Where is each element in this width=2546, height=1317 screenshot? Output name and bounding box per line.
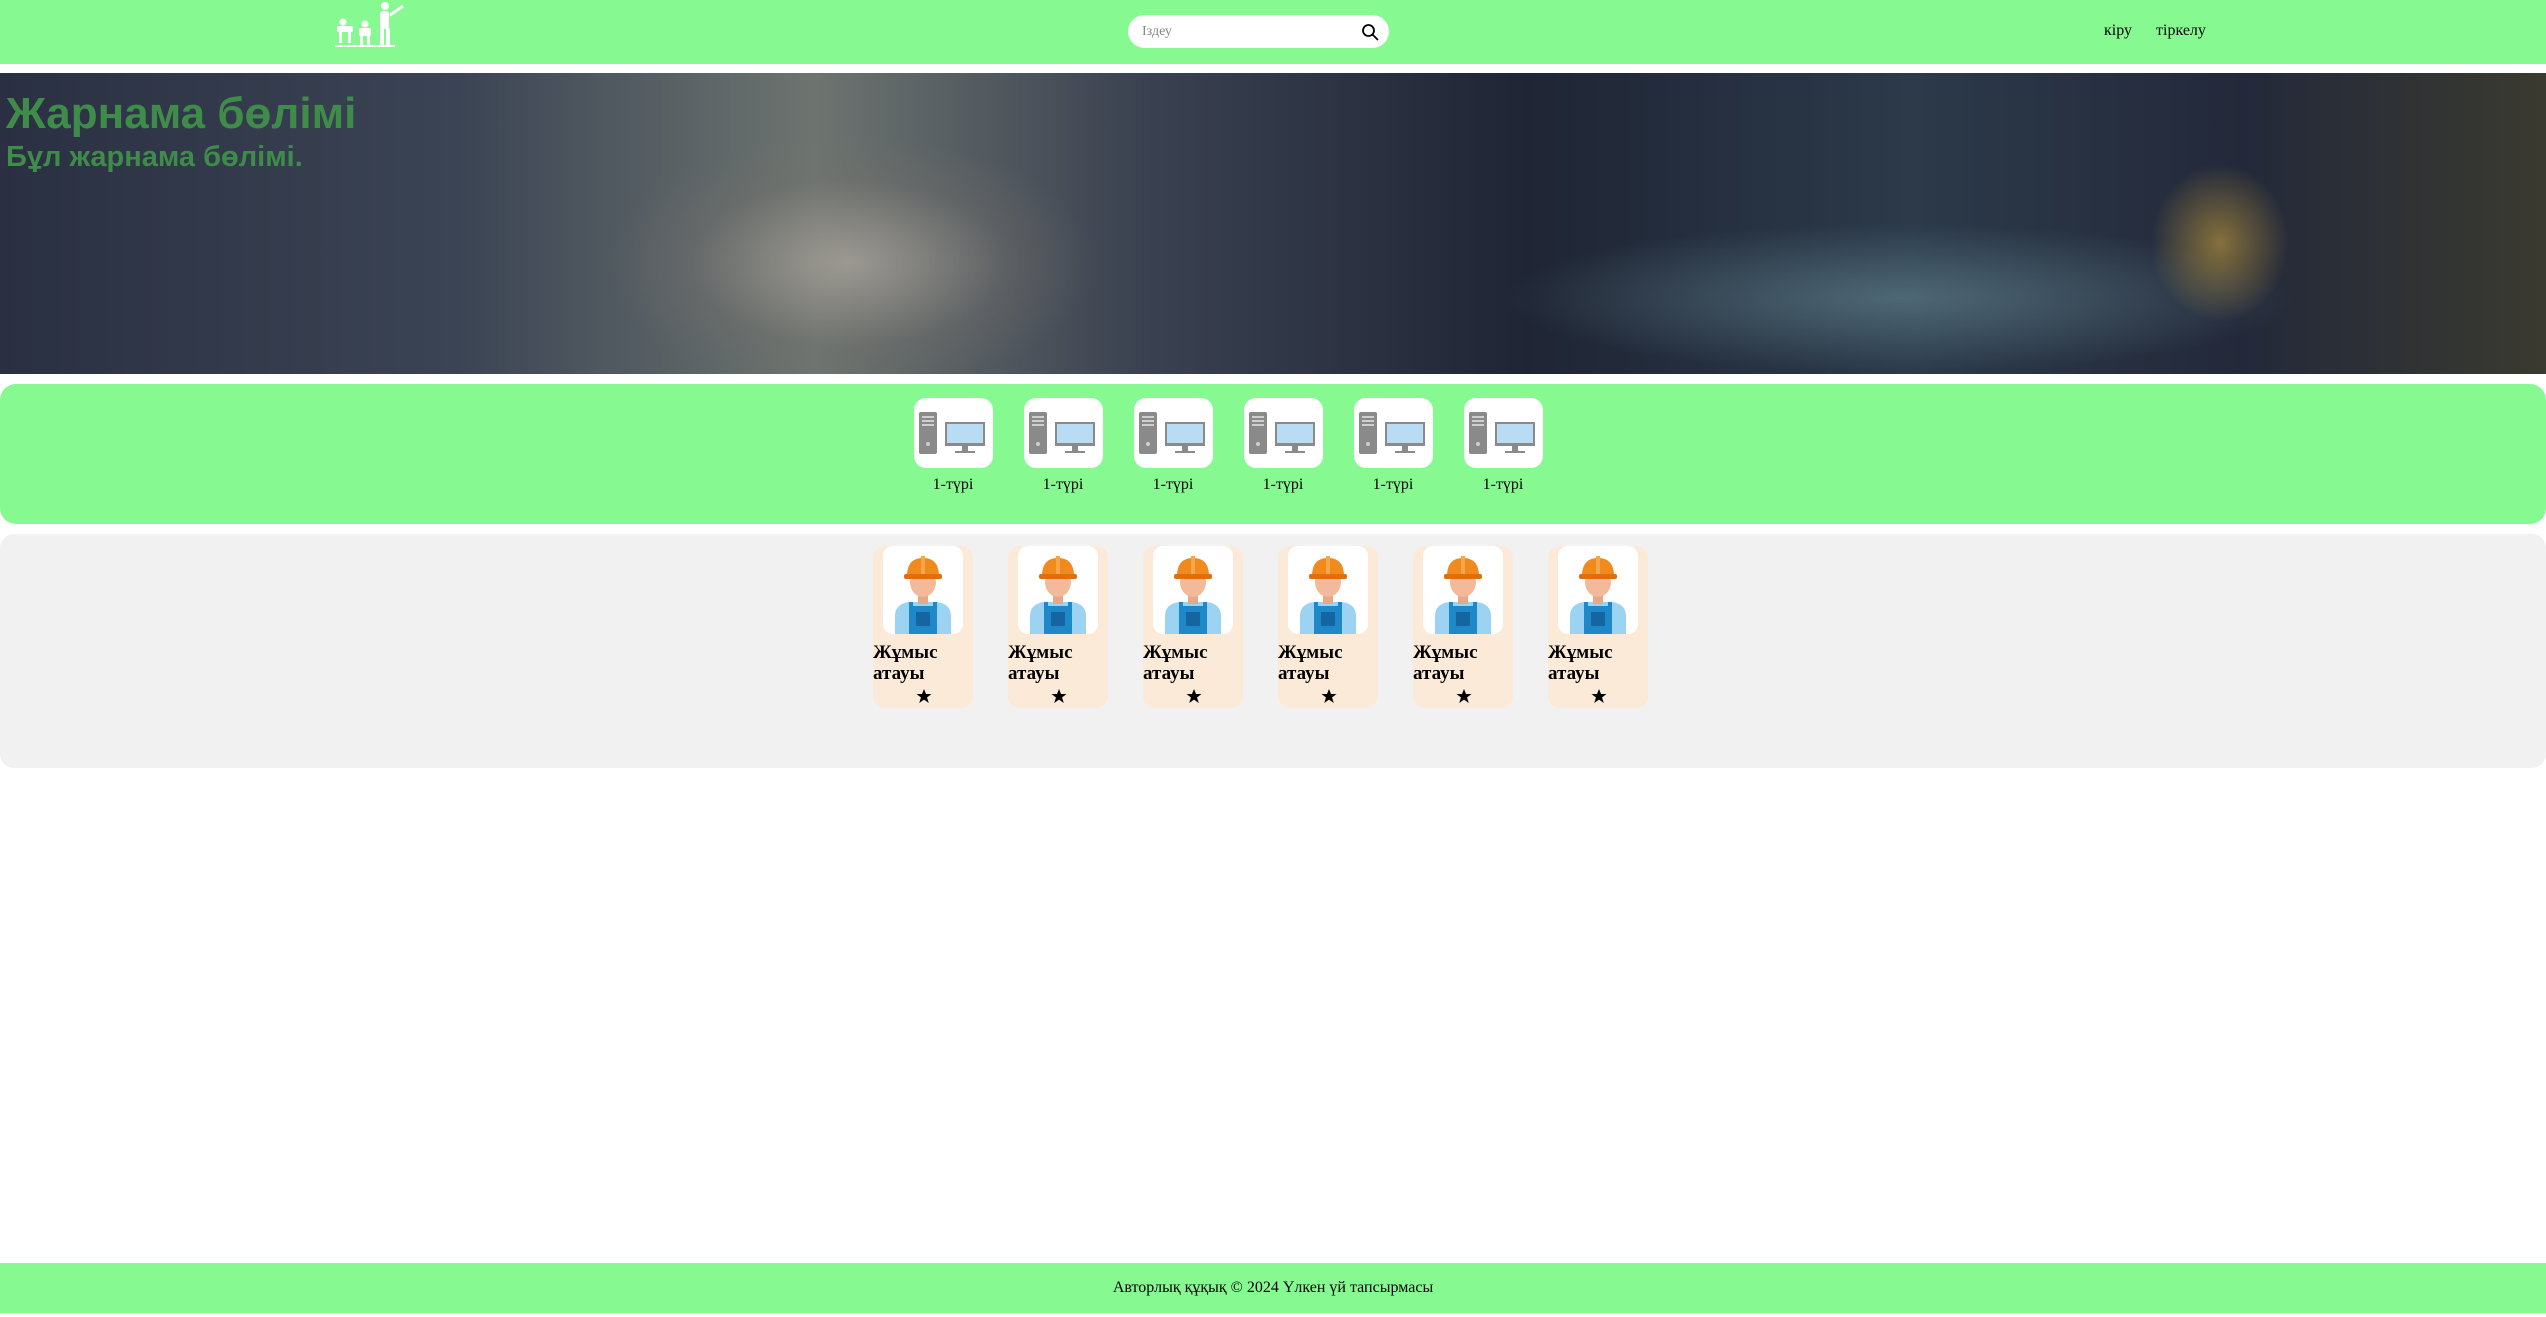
star-icon[interactable] [1456, 688, 1472, 704]
computer-icon [913, 398, 993, 468]
job-title: Жұмыс атауы [1008, 642, 1073, 684]
star-icon[interactable] [1591, 688, 1607, 704]
category-label: 1-түрі [1482, 476, 1524, 493]
job-title: Жұмыс атауы [1143, 642, 1208, 684]
register-link[interactable]: тіркелу [2156, 22, 2206, 40]
worker-icon [1153, 546, 1233, 634]
login-link[interactable]: кіру [2104, 22, 2132, 40]
category-label: 1-түрі [1042, 476, 1084, 493]
jobs-section: Жұмыс атауы Жұмыс атауы Жұмыс атауы Жұмы… [0, 534, 2546, 768]
page-footer: Авторлық құқық © 2024 Үлкен үй тапсырмас… [0, 1263, 2546, 1313]
worker-icon [883, 546, 963, 634]
job-card[interactable]: Жұмыс атауы [1008, 546, 1108, 708]
job-title: Жұмыс атауы [873, 642, 938, 684]
worker-icon [1558, 546, 1638, 634]
banner-image-region [2150, 163, 2290, 323]
star-icon[interactable] [1051, 688, 1067, 704]
category-item[interactable]: 1-түрі [912, 398, 994, 494]
job-card[interactable]: Жұмыс атауы [1413, 546, 1513, 708]
category-label: 1-түрі [1262, 476, 1304, 493]
top-header: кіру тіркелу [0, 0, 2546, 64]
category-label: 1-түрі [932, 476, 974, 493]
header-divider [0, 64, 2546, 73]
search-box [1128, 15, 1389, 48]
star-icon[interactable] [1186, 688, 1202, 704]
banner-subtitle: Бұл жарнама бөлімі. [6, 141, 303, 173]
worker-icon [1288, 546, 1368, 634]
footer-copyright: Авторлық құқық © 2024 Үлкен үй тапсырмас… [1112, 1279, 1434, 1296]
search-icon[interactable] [1361, 23, 1379, 41]
job-card[interactable]: Жұмыс атауы [1548, 546, 1648, 708]
worker-icon [1018, 546, 1098, 634]
computer-icon [1243, 398, 1323, 468]
category-label: 1-түрі [1152, 476, 1194, 493]
job-card[interactable]: Жұмыс атауы [1143, 546, 1243, 708]
computer-icon [1353, 398, 1433, 468]
banner-title: Жарнама бөлімі [6, 89, 357, 138]
computer-icon [1463, 398, 1543, 468]
star-icon[interactable] [1321, 688, 1337, 704]
job-card[interactable]: Жұмыс атауы [873, 546, 973, 708]
star-icon[interactable] [916, 688, 932, 704]
job-title: Жұмыс атауы [1413, 642, 1478, 684]
category-label: 1-түрі [1372, 476, 1414, 493]
category-item[interactable]: 1-түрі [1352, 398, 1434, 494]
job-card[interactable]: Жұмыс атауы [1278, 546, 1378, 708]
category-item[interactable]: 1-түрі [1022, 398, 1104, 494]
computer-icon [1133, 398, 1213, 468]
job-title: Жұмыс атауы [1548, 642, 1613, 684]
job-title: Жұмыс атауы [1278, 642, 1343, 684]
computer-icon [1023, 398, 1103, 468]
category-item[interactable]: 1-түрі [1242, 398, 1324, 494]
logo-figures-icon [335, 2, 404, 47]
banner-image-region [600, 133, 1100, 374]
site-logo[interactable] [333, 0, 453, 54]
ad-banner[interactable]: Жарнама бөлімі Бұл жарнама бөлімі. [0, 73, 2546, 374]
category-item[interactable]: 1-түрі [1132, 398, 1214, 494]
search-input[interactable] [1140, 19, 1354, 45]
category-section: 1-түрі 1-түрі 1-түрі 1-түрі 1-түрі 1-түр… [0, 384, 2546, 524]
category-item[interactable]: 1-түрі [1462, 398, 1544, 494]
worker-icon [1423, 546, 1503, 634]
